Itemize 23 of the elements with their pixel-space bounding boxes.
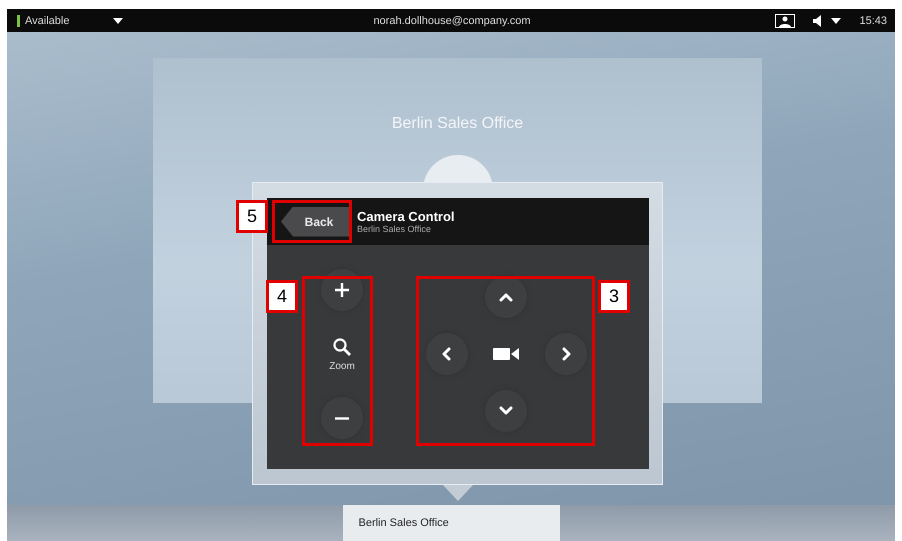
caret-icon[interactable] [113,18,124,24]
minus-icon [334,416,350,420]
panel-title: Camera Control [357,209,455,224]
camera-icon [493,346,520,361]
callout-number: 4 [266,280,298,313]
presence-indicator [17,14,20,26]
speaker-icon[interactable] [813,14,824,26]
presence-selector[interactable]: Available [17,14,70,26]
callout-number: 3 [598,280,630,313]
plus-icon [334,282,350,298]
selfview-icon[interactable] [775,14,796,28]
caret-icon[interactable] [831,18,842,24]
zoom-out-button[interactable] [321,397,363,439]
callout-number: 5 [236,200,268,233]
account-text: norah.dollhouse@company.com [373,14,531,26]
call-tab[interactable]: Berlin Sales Office [342,505,560,541]
back-button[interactable]: Back [281,206,351,236]
clock-text: 15:43 [859,14,887,26]
search-icon [332,336,352,356]
zoom-label: Zoom [329,360,355,372]
zoom-in-button[interactable] [321,269,363,311]
panel-subtitle: Berlin Sales Office [357,224,432,234]
participant-name: Berlin Sales Office [392,115,524,133]
